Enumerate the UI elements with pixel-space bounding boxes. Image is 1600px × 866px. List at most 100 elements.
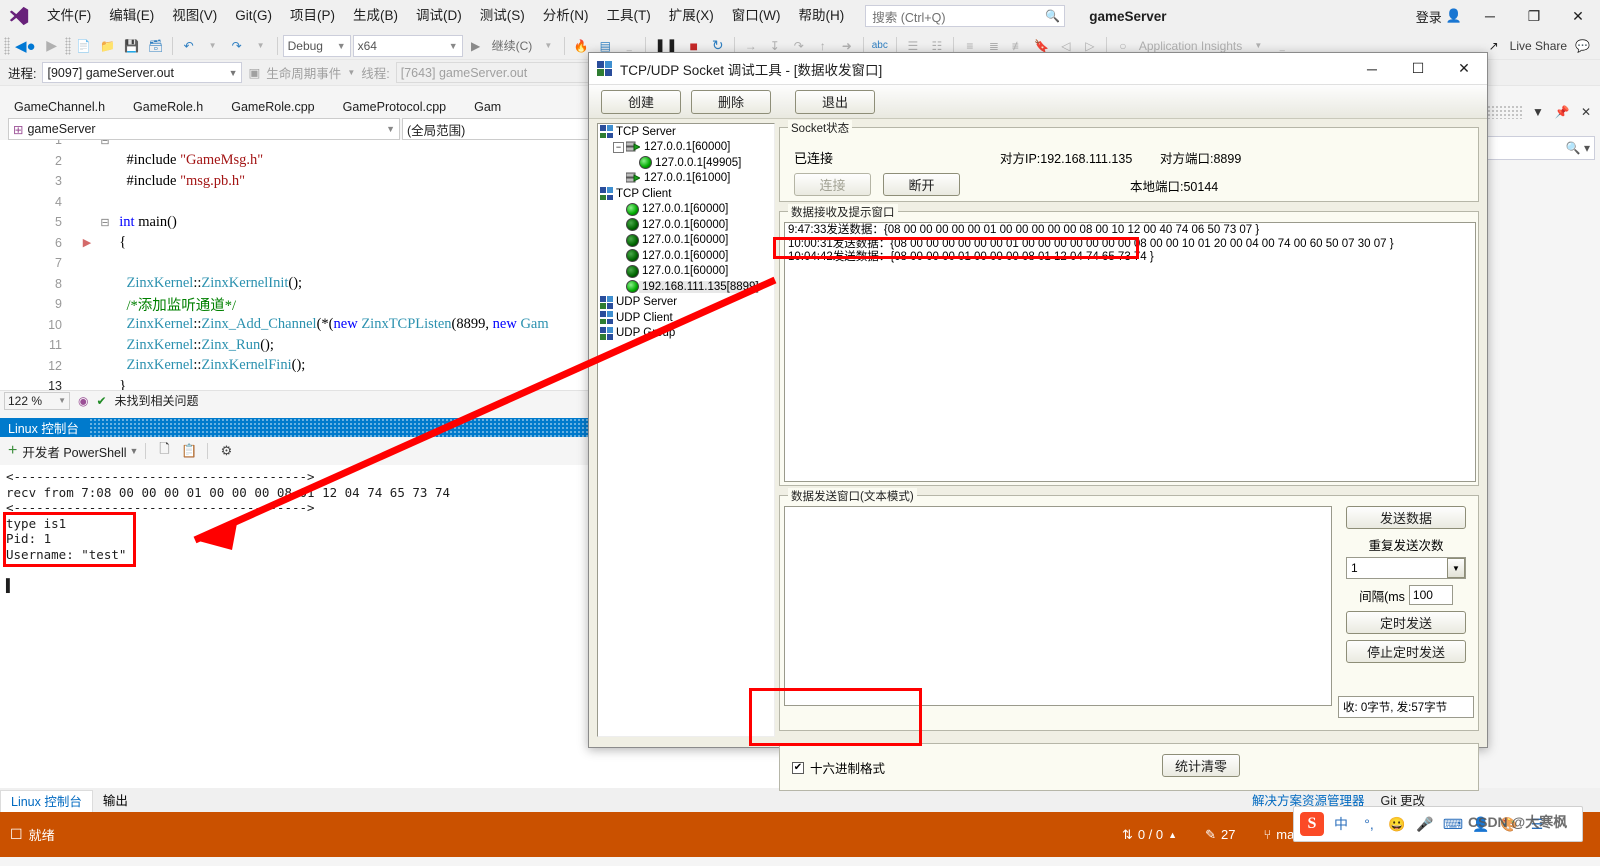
source-sync-status[interactable]: ⇅ 0 / 0 ▲ xyxy=(1108,827,1191,843)
menu-project[interactable]: 项目(P) xyxy=(281,0,344,32)
menu-help[interactable]: 帮助(H) xyxy=(789,0,853,32)
lifecycle-dropdown-icon[interactable]: ▼ xyxy=(347,68,355,77)
close-icon[interactable]: ✕ xyxy=(1577,105,1595,119)
emoji-icon[interactable]: 😀 xyxy=(1386,813,1408,835)
clear-stats-button[interactable]: 统计清零 xyxy=(1162,754,1240,777)
menu-file[interactable]: 文件(F) xyxy=(38,0,100,32)
add-terminal-icon[interactable]: + xyxy=(6,442,19,460)
socket-close-button[interactable]: ✕ xyxy=(1441,53,1487,84)
maximize-button[interactable]: ❐ xyxy=(1512,0,1556,32)
paste-icon[interactable]: 📋 xyxy=(178,440,200,462)
platform-combo[interactable]: x64 ▼ xyxy=(352,34,463,57)
continue-label[interactable]: 继续(C) xyxy=(489,34,536,58)
timer-stop-button[interactable]: 停止定时发送 xyxy=(1346,640,1466,663)
tab-linux-console[interactable]: Linux 控制台 xyxy=(0,790,93,812)
tab-gamerole-cpp[interactable]: GameRole.cpp xyxy=(217,96,328,118)
continue-button[interactable]: ▶ xyxy=(465,34,487,58)
chevron-down-icon[interactable]: ▼ xyxy=(1529,105,1547,119)
timer-send-button[interactable]: 定时发送 xyxy=(1346,611,1466,634)
save-icon[interactable]: 💾 xyxy=(121,34,143,58)
tree-node[interactable]: 192.168.111.135[8899] xyxy=(598,279,774,295)
continue-dropdown-icon[interactable]: ▼ xyxy=(537,34,559,58)
fold-marker[interactable]: ⊟ xyxy=(98,140,112,147)
fold-marker[interactable]: ⊟ xyxy=(98,216,112,229)
toolbar-drag-handle[interactable] xyxy=(4,36,10,55)
open-file-icon[interactable]: 📁 xyxy=(97,34,119,58)
redo-dropdown-icon[interactable]: ▼ xyxy=(250,34,272,58)
socket-debug-tool-window[interactable]: TCP/UDP Socket 调试工具 - [数据收发窗口] ─ ☐ ✕ 创建 … xyxy=(588,52,1488,791)
pin-icon[interactable]: 📌 xyxy=(1553,105,1571,119)
navigate-forward-icon[interactable]: ▶ xyxy=(41,34,63,58)
menu-git[interactable]: Git(G) xyxy=(226,0,281,32)
menu-build[interactable]: 生成(B) xyxy=(344,0,407,32)
socket-maximize-button[interactable]: ☐ xyxy=(1395,53,1441,84)
microphone-icon[interactable]: 🎤 xyxy=(1414,813,1436,835)
lifecycle-label[interactable]: 生命周期事件 xyxy=(266,63,341,82)
tree-node[interactable]: 127.0.0.1[60000] xyxy=(598,217,774,233)
delete-button[interactable]: 删除 xyxy=(691,89,771,114)
sign-in-button[interactable]: 登录 👤 xyxy=(1410,7,1468,26)
hex-format-checkbox[interactable]: ✔ 十六进制格式 xyxy=(792,758,885,777)
tree-node[interactable]: 127.0.0.1[61000] xyxy=(598,171,774,187)
tree-node[interactable]: 127.0.0.1[60000] xyxy=(598,233,774,249)
chevron-down-icon[interactable]: ▼ xyxy=(1447,558,1465,578)
menu-analyze[interactable]: 分析(N) xyxy=(534,0,598,32)
tab-gameprotocol-cpp[interactable]: GameProtocol.cpp xyxy=(329,96,461,118)
tree-node[interactable]: 127.0.0.1[60000] xyxy=(598,248,774,264)
tab-gamerole-h[interactable]: GameRole.h xyxy=(119,96,217,118)
data-receive-textarea[interactable]: 9:47:33发送数据：{08 00 00 00 00 00 01 00 00 … xyxy=(784,222,1476,482)
menu-debug[interactable]: 调试(D) xyxy=(407,0,471,32)
socket-minimize-button[interactable]: ─ xyxy=(1349,53,1395,84)
vs-search-box[interactable]: 搜索 (Ctrl+Q) 🔍 xyxy=(865,5,1066,27)
menu-tools[interactable]: 工具(T) xyxy=(598,0,660,32)
undo-icon[interactable]: ↶ xyxy=(178,34,200,58)
undo-dropdown-icon[interactable]: ▼ xyxy=(202,34,224,58)
breakpoint-gutter[interactable]: ▶ xyxy=(76,236,98,249)
send-data-button[interactable]: 发送数据 xyxy=(1346,506,1466,529)
build-config-combo[interactable]: Debug ▼ xyxy=(282,34,351,57)
tab-output[interactable]: 输出 xyxy=(93,790,138,812)
socket-connection-tree[interactable]: TCP Server − 127.0.0.1[60000] 127.0.0.1[499… xyxy=(597,123,775,737)
tree-node[interactable]: TCP Server xyxy=(598,124,774,140)
terminal-profile-label[interactable]: 开发者 PowerShell xyxy=(22,442,126,461)
disconnect-button[interactable]: 断开 xyxy=(883,173,960,196)
create-button[interactable]: 创建 xyxy=(601,89,681,114)
live-share-label[interactable]: Live Share xyxy=(1507,34,1570,58)
copy-icon[interactable]: 🗋 xyxy=(153,440,175,462)
close-button[interactable]: ✕ xyxy=(1556,0,1600,32)
new-item-icon[interactable]: 📄 xyxy=(73,34,95,58)
repeat-count-combo[interactable]: 1 ▼ xyxy=(1346,557,1466,579)
tree-node[interactable]: 127.0.0.1[60000] xyxy=(598,264,774,280)
pending-changes-status[interactable]: ✎ 27 xyxy=(1191,827,1249,843)
tab-gamechannel-h[interactable]: GameChannel.h xyxy=(0,96,119,118)
menu-view[interactable]: 视图(V) xyxy=(163,0,226,32)
tree-node[interactable]: UDP Group xyxy=(598,326,774,342)
ime-punctuation-button[interactable]: °, xyxy=(1358,813,1380,835)
tree-node[interactable]: UDP Server xyxy=(598,295,774,311)
process-combo[interactable]: [9097] gameServer.out ▼ xyxy=(42,62,243,83)
tree-expander-icon[interactable]: − xyxy=(613,141,624,153)
interval-input[interactable]: 100 xyxy=(1408,585,1453,605)
tree-node[interactable]: UDP Client xyxy=(598,310,774,326)
project-scope-combo[interactable]: ⊞ gameServer ▼ xyxy=(8,118,400,140)
feedback-icon[interactable]: 💬 xyxy=(1572,34,1600,58)
chevron-down-icon[interactable]: ▼ xyxy=(130,446,139,456)
tree-node[interactable]: − 127.0.0.1[60000] xyxy=(598,140,774,156)
tree-node[interactable]: TCP Client xyxy=(598,186,774,202)
menu-edit[interactable]: 编辑(E) xyxy=(100,0,163,32)
tab-truncated[interactable]: Gam xyxy=(460,96,515,118)
data-send-textarea[interactable] xyxy=(784,506,1332,706)
keyboard-icon[interactable]: ⌨ xyxy=(1442,813,1464,835)
connect-button[interactable]: 连接 xyxy=(794,173,871,196)
gear-icon[interactable]: ⚙ xyxy=(215,440,237,462)
zoom-level-combo[interactable]: 122 % ▼ xyxy=(4,391,70,410)
menu-extensions[interactable]: 扩展(X) xyxy=(660,0,723,32)
ime-mode-button[interactable]: 中 xyxy=(1330,813,1352,835)
exit-button[interactable]: 退出 xyxy=(795,89,875,114)
navigate-back-icon[interactable]: ◀● xyxy=(12,34,39,58)
redo-icon[interactable]: ↷ xyxy=(226,34,248,58)
socket-window-titlebar[interactable]: TCP/UDP Socket 调试工具 - [数据收发窗口] ─ ☐ ✕ xyxy=(589,53,1487,85)
minimize-button[interactable]: ─ xyxy=(1468,0,1512,32)
checkbox-box[interactable]: ✔ xyxy=(792,761,804,774)
save-all-icon[interactable]: 🗃 xyxy=(145,34,167,58)
